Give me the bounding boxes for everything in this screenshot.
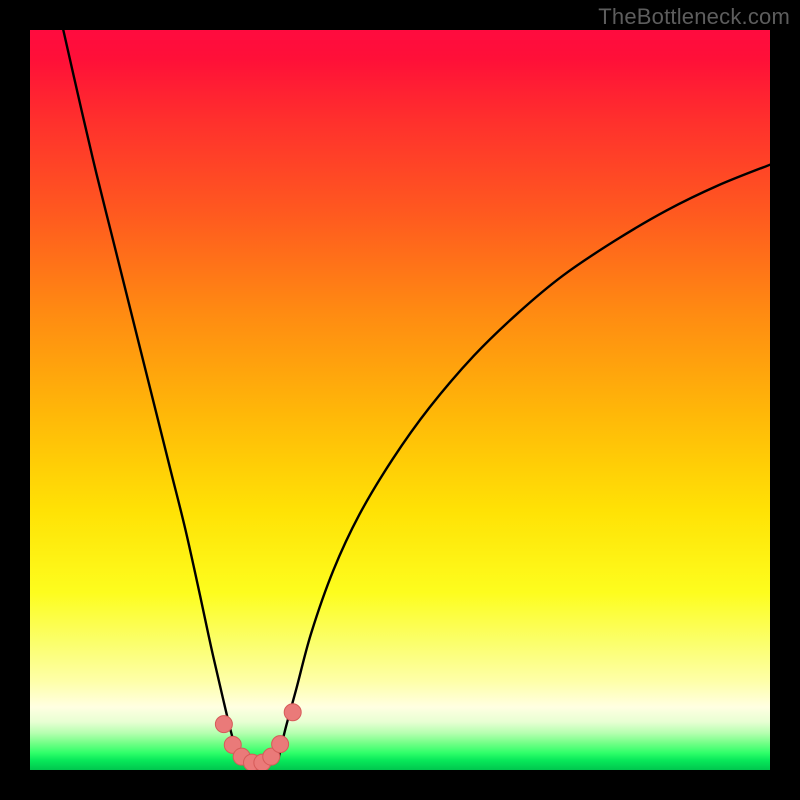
bottom-markers (215, 704, 301, 770)
curve-right (279, 165, 770, 758)
marker-dot (215, 716, 232, 733)
plot-area (30, 30, 770, 770)
curve-layer (30, 30, 770, 770)
chart-frame: TheBottleneck.com (0, 0, 800, 800)
marker-dot (284, 704, 301, 721)
marker-dot (272, 736, 289, 753)
curve-left (63, 30, 238, 758)
watermark-text: TheBottleneck.com (598, 4, 790, 30)
